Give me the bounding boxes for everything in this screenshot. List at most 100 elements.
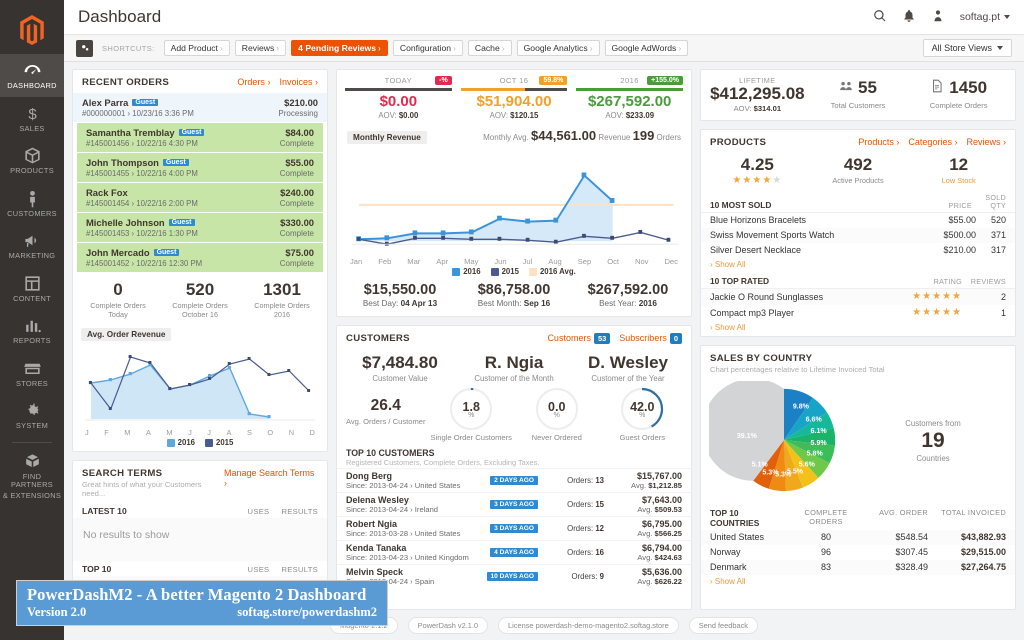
subscribers-count-badge: 0 (670, 333, 682, 344)
shortcut-pending-reviews[interactable]: 4 Pending Reviews› (291, 40, 388, 56)
dollar-icon: $ (2, 104, 62, 123)
customer-meta: Since: 2013-03-28 › United States (346, 529, 490, 538)
guest-badge: Guest (179, 129, 205, 136)
footer-send-feedback[interactable]: Send feedback (689, 617, 758, 634)
order-customer-name: Samantha Tremblay (86, 127, 175, 138)
shortcut-google-analytics[interactable]: Google Analytics› (517, 40, 600, 56)
customer-total: $5,636.00 (604, 567, 682, 577)
shortcut-google-adwords[interactable]: Google AdWords› (605, 40, 689, 56)
sidebar-item-find-partners[interactable]: FIND PARTNERS & EXTENSIONS (0, 445, 64, 507)
customer-orders: 12 (595, 524, 604, 533)
product-row[interactable]: Blue Horizons Bracelets$55.00520 (701, 213, 1015, 228)
order-amount: $330.00 (280, 217, 314, 228)
products-card: PRODUCTS Products › Categories › Reviews… (700, 129, 1016, 337)
user-menu[interactable]: softag.pt (960, 11, 1010, 23)
col-uses: USES (248, 565, 270, 574)
country-table-header: TOP 10 COUNTRIES COMPLETE ORDERS AVG. OR… (701, 506, 1015, 530)
search-icon[interactable] (873, 9, 887, 26)
footer-powerdash-version[interactable]: PowerDash v2.1.0 (408, 617, 488, 634)
store-view-label: All Store Views (932, 43, 992, 53)
product-row[interactable]: Silver Desert Necklace$210.00317 (701, 243, 1015, 258)
magento-logo-icon[interactable] (0, 6, 64, 54)
order-row[interactable]: John MercadoGuest #145001452 › 10/22/16 … (77, 243, 323, 272)
customers-card: CUSTOMERS Customers53 Subscribers0 $7,48… (336, 325, 692, 610)
top-rated-row[interactable]: Compact mp3 Player★★★★★1 (701, 305, 1015, 321)
sidebar-item-stores[interactable]: STORES (0, 352, 64, 395)
products-link[interactable]: Products › (858, 137, 899, 147)
complete-orders-lifetime: 1450 Complete Orders (908, 78, 1009, 110)
shortcut-cache[interactable]: Cache› (468, 40, 512, 56)
country-row[interactable]: Norway96$307.45$29,515.00 (701, 545, 1015, 560)
customers-top-stats: $7,484.80 Customer Value R. Ngia Custome… (337, 349, 691, 385)
order-status: Complete (280, 199, 314, 208)
sidebar-item-sales[interactable]: $ SALES (0, 97, 64, 140)
bell-icon[interactable] (902, 9, 916, 26)
product-price: $210.00 (920, 245, 976, 255)
top-rated-row[interactable]: Jackie O Round Sunglasses★★★★★2 (701, 289, 1015, 305)
order-row[interactable]: John ThompsonGuest #145001455 › 10/22/16… (77, 153, 323, 182)
guest-badge: Guest (163, 159, 189, 166)
sidebar-item-system[interactable]: SYSTEM (0, 394, 64, 437)
section-title: TOP 10 (82, 564, 111, 574)
customers-show-all-link[interactable]: › Show All (337, 588, 691, 603)
store-view-selector[interactable]: All Store Views (923, 39, 1012, 57)
chevron-down-icon (997, 46, 1003, 50)
magento-admin-app: DASHBOARD $ SALES PRODUCTS CUSTOMERS MAR… (0, 0, 1024, 640)
top-customer-row[interactable]: Robert NgiaSince: 2013-03-28 › United St… (337, 516, 691, 540)
review-count: 2 (962, 292, 1006, 302)
store-icon (2, 359, 62, 378)
top-customer-row[interactable]: Kenda TanakaSince: 2013-04-23 › United K… (337, 540, 691, 564)
product-row[interactable]: Swiss Movement Sports Watch$500.00371 (701, 228, 1015, 243)
monthly-revenue-header: Monthly Revenue Monthly Avg. $44,561.00 … (337, 127, 691, 144)
products-header: PRODUCTS Products › Categories › Reviews… (701, 130, 1015, 153)
manage-search-terms-link[interactable]: Manage Search Terms › (224, 468, 318, 488)
order-row[interactable]: Michelle JohnsonGuest #145001453 › 10/22… (77, 213, 323, 242)
promo-headline: PowerDashM2 - A better Magento 2 Dashboa… (27, 585, 377, 605)
powerdash-logo-icon[interactable] (76, 40, 93, 57)
order-row[interactable]: Alex ParraGuest #000000001 › 10/23/16 3:… (73, 93, 327, 122)
subscribers-link[interactable]: Subscribers0 (619, 333, 682, 343)
main-area: Dashboard softag.pt (64, 0, 1024, 640)
search-terms-latest-empty: No results to show (73, 518, 327, 561)
order-row[interactable]: Samantha TremblayGuest #145001456 › 10/2… (77, 123, 323, 152)
order-row[interactable]: Rack Fox #145001454 › 10/22/16 2:00 PM $… (77, 183, 323, 212)
sidebar-item-customers[interactable]: CUSTOMERS (0, 182, 64, 225)
customer-avg: $509.53 (655, 505, 682, 514)
country-name: Denmark (710, 562, 790, 572)
customer-of-the-month: R. Ngia Customer of the Month (457, 353, 571, 383)
shortcut-add-product[interactable]: Add Product› (164, 40, 230, 56)
orders-link[interactable]: Orders › (237, 77, 270, 87)
account-icon[interactable] (931, 9, 945, 26)
sidebar-item-dashboard[interactable]: DASHBOARD (0, 54, 64, 97)
sidebar-item-products[interactable]: PRODUCTS (0, 139, 64, 182)
footer-license[interactable]: License powerdash-demo-magento2.softag.s… (498, 617, 679, 634)
stat-period: OCT 16 (500, 76, 529, 85)
sidebar-item-content[interactable]: CONTENT (0, 267, 64, 310)
most-sold-show-all-link[interactable]: › Show All (701, 258, 1015, 273)
stat-aov: $120.15 (510, 111, 538, 120)
shortcut-reviews[interactable]: Reviews› (235, 40, 286, 56)
reviews-link[interactable]: Reviews › (966, 137, 1006, 147)
customers-link[interactable]: Customers53 (547, 333, 610, 343)
order-meta: #145001455 › 10/22/16 4:00 PM (86, 169, 280, 178)
top-rated-show-all-link[interactable]: › Show All (701, 321, 1015, 336)
top-customer-row[interactable]: Melvin SpeckSince: 2013-04-24 › Spain 10… (337, 564, 691, 588)
countries-show-all-link[interactable]: › Show All (701, 575, 1015, 590)
promo-version: Version 2.0 (27, 605, 86, 620)
invoices-link[interactable]: Invoices › (279, 77, 318, 87)
top-customer-row[interactable]: Delena WesleySince: 2013-04-24 › Ireland… (337, 492, 691, 516)
sidebar-item-marketing[interactable]: MARKETING (0, 224, 64, 267)
shortcut-configuration[interactable]: Configuration› (393, 40, 463, 56)
stat-badge: +155.0% (647, 76, 683, 85)
stat-value: $0.00 (345, 94, 452, 111)
top-customer-row[interactable]: Dong BergSince: 2013-04-24 › United Stat… (337, 468, 691, 492)
country-row[interactable]: United States80$548.54$43,882.93 (701, 530, 1015, 545)
customer-orders: 16 (595, 548, 604, 557)
categories-link[interactable]: Categories › (908, 137, 957, 147)
lifetime-sales: LIFETIME $412,295.08 AOV: $314.01 (707, 76, 808, 113)
customer-total: $7,643.00 (604, 495, 682, 505)
customers-header: CUSTOMERS Customers53 Subscribers0 (337, 326, 691, 349)
sidebar-item-reports[interactable]: REPORTS (0, 309, 64, 352)
shortcuts-label: SHORTCUTS: (102, 44, 155, 53)
country-row[interactable]: Denmark83$328.49$27,264.75 (701, 560, 1015, 575)
